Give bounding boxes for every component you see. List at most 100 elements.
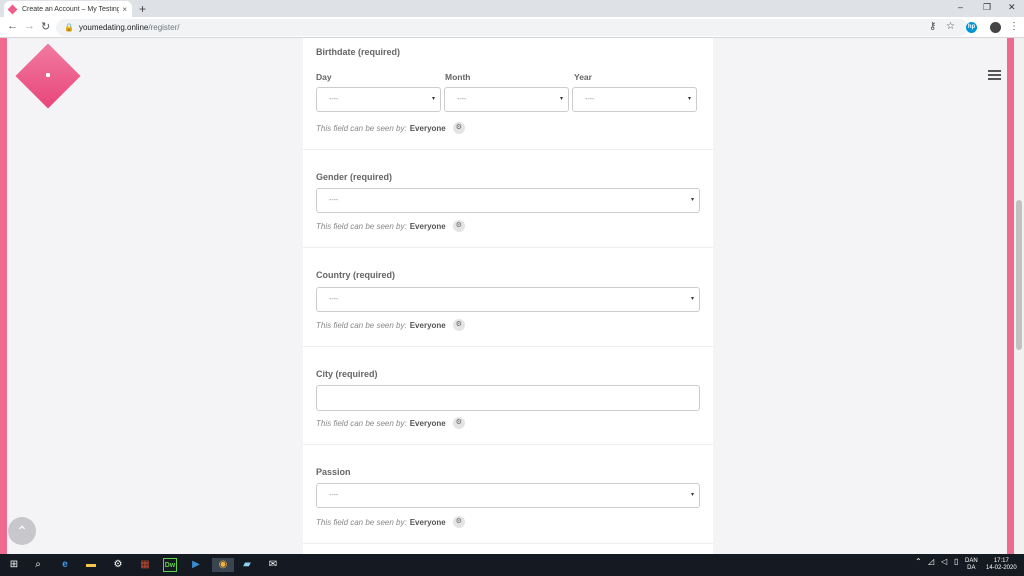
gender-select[interactable]: ---- ▾ — [316, 188, 700, 213]
visibility-value: Everyone — [409, 320, 446, 330]
file-explorer-icon[interactable]: ▬ — [84, 558, 98, 572]
back-button[interactable]: ← — [7, 20, 18, 32]
chevron-down-icon: ▾ — [690, 492, 694, 498]
password-key-icon[interactable]: ⚷ — [929, 21, 936, 32]
month-select-value: ---- — [457, 96, 467, 103]
network-icon[interactable]: ◿ — [928, 558, 934, 566]
left-accent-bar — [0, 38, 7, 554]
passion-select[interactable]: ---- ▾ — [316, 483, 700, 508]
year-label: Year — [574, 72, 592, 82]
visibility-prefix: This field can be seen by: — [316, 221, 407, 231]
url-path: /register/ — [148, 23, 180, 32]
visibility-gear-icon[interactable]: ⚙ — [452, 122, 465, 134]
country-visibility: This field can be seen by: Everyone ⚙ — [316, 319, 465, 331]
visibility-prefix: This field can be seen by: — [316, 123, 407, 133]
gender-select-value: ---- — [329, 197, 339, 204]
visibility-value: Everyone — [409, 418, 446, 428]
logo-dot — [46, 73, 50, 77]
windows-start-icon[interactable]: ⊞ — [7, 558, 21, 572]
gender-label: Gender (required) — [316, 172, 393, 182]
month-select[interactable]: ---- ▾ — [444, 87, 569, 112]
windows-taskbar: ⊞ ⌕ e ▬ ⚙ ▦ Dw ▶ ◉ ▰ ✉ ⌃ ◿ ◁ ▯ DAN DA 17… — [0, 554, 1024, 576]
year-select[interactable]: ---- ▾ — [572, 87, 697, 112]
chevron-down-icon: ▾ — [690, 197, 694, 203]
dreamweaver-icon[interactable]: Dw — [163, 558, 177, 572]
clock-time: 17:17 — [993, 558, 1009, 564]
browser-toolbar: ← → ↻ 🔒 youmedating.online/register/ ⚷ ☆… — [0, 17, 1024, 38]
country-select-value: ---- — [329, 296, 339, 303]
clock-date: 14-02-2020 — [986, 565, 1017, 571]
hp-extension-icon[interactable]: hp — [966, 22, 977, 33]
day-label: Day — [316, 72, 332, 82]
battery-icon[interactable]: ▯ — [954, 558, 958, 566]
page-viewport: ⌃ Birthdate (required) Day Month Year --… — [0, 38, 1024, 554]
input-language[interactable]: DAN DA — [965, 558, 978, 572]
mail-icon[interactable]: ✉ — [266, 558, 280, 572]
notes-icon[interactable]: ▰ — [240, 558, 254, 572]
birthdate-label: Birthdate (required) — [316, 47, 401, 57]
tray-expand-icon[interactable]: ⌃ — [915, 558, 922, 566]
passion-visibility: This field can be seen by: Everyone ⚙ — [316, 516, 465, 528]
month-label: Month — [445, 72, 471, 82]
settings-icon[interactable]: ⚙ — [111, 558, 125, 572]
app-grid-icon[interactable]: ▦ — [138, 558, 152, 572]
lock-icon: 🔒 — [64, 23, 74, 32]
city-label: City (required) — [316, 369, 378, 379]
close-window-button[interactable]: ✕ — [1008, 2, 1016, 13]
language-code-bottom: DA — [967, 565, 976, 571]
registration-form-panel: Birthdate (required) Day Month Year ----… — [303, 38, 713, 554]
visibility-value: Everyone — [409, 123, 446, 133]
visibility-gear-icon[interactable]: ⚙ — [452, 516, 465, 528]
tab-close-icon[interactable]: × — [122, 5, 127, 14]
birthdate-section: Birthdate (required) Day Month Year ----… — [303, 38, 713, 150]
edge-icon[interactable]: e — [58, 558, 72, 572]
day-select[interactable]: ---- ▾ — [316, 87, 441, 112]
day-select-value: ---- — [329, 96, 339, 103]
media-icon[interactable]: ▶ — [189, 558, 203, 572]
year-select-value: ---- — [585, 96, 595, 103]
forward-button[interactable]: → — [24, 20, 35, 32]
country-select[interactable]: ---- ▾ — [316, 287, 700, 312]
visibility-value: Everyone — [409, 221, 446, 231]
gender-visibility: This field can be seen by: Everyone ⚙ — [316, 220, 465, 232]
city-input[interactable] — [316, 385, 700, 411]
language-code-top: DAN — [965, 558, 978, 564]
browser-tab[interactable]: Create an Account – My Testing × — [4, 1, 132, 17]
right-accent-bar — [1007, 38, 1014, 554]
minimize-button[interactable]: – — [958, 2, 963, 12]
hamburger-menu-icon[interactable] — [988, 70, 1001, 82]
visibility-gear-icon[interactable]: ⚙ — [452, 220, 465, 232]
chevron-down-icon: ▾ — [690, 296, 694, 302]
chrome-menu-icon[interactable]: ⋮ — [1009, 21, 1019, 32]
birthdate-visibility: This field can be seen by: Everyone ⚙ — [316, 122, 465, 134]
search-icon[interactable]: ⌕ — [31, 558, 45, 572]
scroll-to-top-button[interactable]: ⌃ — [8, 517, 36, 545]
scrollbar-thumb[interactable] — [1016, 200, 1022, 350]
visibility-value: Everyone — [409, 517, 446, 527]
chevron-down-icon: ▾ — [559, 96, 563, 102]
country-section: Country (required) ---- ▾ This field can… — [303, 248, 713, 347]
new-tab-button[interactable]: + — [139, 2, 146, 16]
visibility-prefix: This field can be seen by: — [316, 517, 407, 527]
gender-section: Gender (required) ---- ▾ This field can … — [303, 150, 713, 248]
visibility-gear-icon[interactable]: ⚙ — [452, 319, 465, 331]
system-clock[interactable]: 17:17 14-02-2020 — [986, 558, 1017, 572]
visibility-gear-icon[interactable]: ⚙ — [452, 417, 465, 429]
city-visibility: This field can be seen by: Everyone ⚙ — [316, 417, 465, 429]
visibility-prefix: This field can be seen by: — [316, 320, 407, 330]
restore-button[interactable]: ❐ — [983, 2, 991, 13]
volume-icon[interactable]: ◁ — [941, 558, 947, 566]
visibility-prefix: This field can be seen by: — [316, 418, 407, 428]
tab-title: Create an Account – My Testing — [22, 5, 120, 13]
passion-section: Passion ---- ▾ This field can be seen by… — [303, 445, 713, 544]
profile-avatar[interactable] — [990, 22, 1001, 33]
address-bar[interactable]: 🔒 youmedating.online/register/ — [56, 19, 968, 36]
bookmark-star-icon[interactable]: ☆ — [946, 21, 955, 32]
chevron-down-icon: ▾ — [431, 96, 435, 102]
reload-button[interactable]: ↻ — [41, 20, 50, 33]
passion-select-value: ---- — [329, 492, 339, 499]
city-section: City (required) This field can be seen b… — [303, 347, 713, 445]
passion-label: Passion — [316, 467, 351, 477]
country-label: Country (required) — [316, 270, 396, 280]
chrome-icon[interactable]: ◉ — [212, 558, 234, 572]
